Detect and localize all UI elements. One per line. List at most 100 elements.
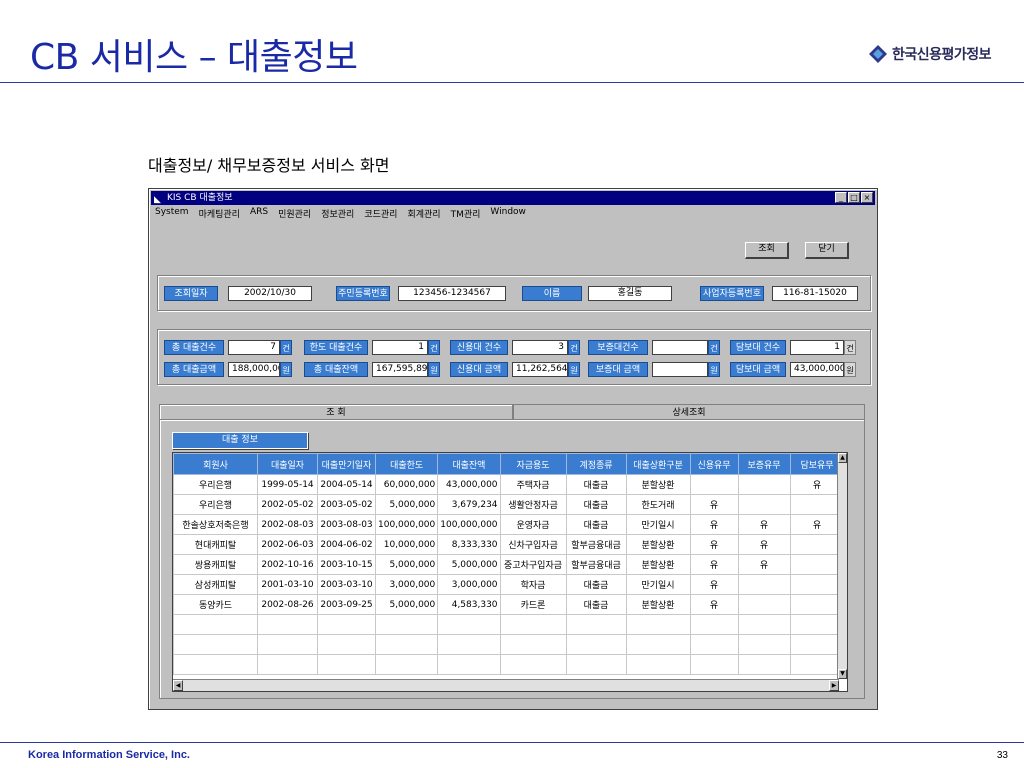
summary-field[interactable]: 167,595,894 (372, 362, 428, 377)
tab-strip: 조 회 상세조회 (159, 404, 865, 420)
menu-item[interactable]: Window (490, 207, 526, 220)
diamond-logo-icon (869, 45, 887, 63)
table-row[interactable]: 쌍용캐피탈 2002-10-16 2003-10-15 5,000,000 5,000,… (173, 554, 845, 575)
name-field[interactable]: 홍길동 (588, 286, 672, 301)
table-cell: 유 (737, 554, 791, 575)
column-header[interactable]: 대출잔액 (437, 453, 501, 475)
summary-field[interactable] (652, 340, 708, 355)
scroll-left-icon[interactable]: ◀ (173, 680, 183, 691)
summary-field[interactable]: 1 (790, 340, 844, 355)
table-cell: 60,000,000 (374, 474, 439, 495)
scroll-down-icon[interactable]: ▼ (838, 669, 847, 679)
column-header[interactable]: 보증유무 (737, 453, 791, 475)
scroll-up-icon[interactable]: ▲ (838, 453, 847, 463)
table-cell (689, 654, 739, 675)
summary-label: 담보대 금액 (730, 362, 786, 377)
table-cell: 대출금 (565, 574, 627, 595)
unit-badge: 원 (428, 362, 440, 377)
table-cell: 한솔상호저축은행 (173, 514, 258, 535)
summary-field[interactable]: 7 (228, 340, 280, 355)
table-cell (173, 654, 258, 675)
column-header[interactable]: 계정종류 (565, 453, 627, 475)
menu-item[interactable]: 코드관리 (364, 207, 397, 220)
brn-field[interactable]: 116-81-15020 (772, 286, 858, 301)
table-row[interactable]: 한솔상호저축은행 2002-08-03 2003-08-03 100,000,000 1… (173, 514, 845, 535)
window-titlebar[interactable]: ◣ KIS CB 대출정보 _ □ × (151, 191, 875, 205)
unit-badge: 건 (280, 340, 292, 355)
table-cell: 8,333,330 (437, 534, 501, 555)
maximize-button[interactable]: □ (848, 192, 860, 203)
table-row[interactable]: 삼성캐피탈 2001-03-10 2003-03-10 3,000,000 3,000,… (173, 574, 845, 595)
column-header[interactable]: 대출상환구분 (625, 453, 691, 475)
menu-item[interactable]: 정보관리 (321, 207, 354, 220)
date-label: 조회일자 (164, 286, 218, 301)
menu-item[interactable]: 마케팅관리 (199, 207, 240, 220)
table-cell (625, 654, 691, 675)
table-cell: 2002-06-03 (257, 534, 318, 555)
tab-search[interactable]: 조 회 (159, 404, 513, 420)
menu-item[interactable]: 회계관리 (407, 207, 440, 220)
unit-badge: 원 (280, 362, 292, 377)
table-cell: 학자금 (499, 574, 567, 595)
summary-field[interactable]: 43,000,000 (790, 362, 844, 377)
table-cell: 만기일시 (625, 574, 691, 595)
table-cell: 유 (737, 514, 791, 535)
table-cell: 100,000,000 (374, 514, 439, 535)
column-header[interactable]: 신용유무 (689, 453, 739, 475)
table-cell: 2002-08-03 (257, 514, 318, 535)
close-button[interactable]: 닫기 (805, 242, 849, 259)
scroll-right-icon[interactable]: ▶ (829, 680, 839, 691)
table-cell (689, 614, 739, 635)
table-cell: 3,679,234 (437, 494, 501, 515)
table-cell (625, 634, 691, 655)
horizontal-scrollbar[interactable]: ◀ ▶ (173, 679, 839, 691)
summary-label: 보증대 금액 (588, 362, 648, 377)
summary-label: 한도 대출건수 (304, 340, 368, 355)
slide-title: CB 서비스 – 대출정보 (30, 37, 358, 78)
search-button[interactable]: 조회 (745, 242, 789, 259)
summary-field[interactable]: 1 (372, 340, 428, 355)
vertical-scrollbar[interactable]: ▲ ▼ (837, 453, 847, 679)
close-window-button[interactable]: × (861, 192, 873, 203)
column-header[interactable]: 회원사 (173, 453, 258, 475)
menu-item[interactable]: 민원관리 (278, 207, 311, 220)
summary-field[interactable]: 188,000,000 (228, 362, 280, 377)
date-field[interactable]: 2002/10/30 (228, 286, 312, 301)
summary-label: 총 대출금액 (164, 362, 224, 377)
rrn-label: 주민등록번호 (336, 286, 390, 301)
menu-item[interactable]: ARS (250, 207, 268, 220)
table-cell (737, 654, 791, 675)
menu-item[interactable]: System (155, 207, 189, 220)
column-header[interactable]: 대출만기일자 (317, 453, 376, 475)
table-header-row: 회원사 대출일자 대출만기일자 대출한도 대출잔액 자금용도 계정종류 대출상환구분 신용유무 보… (173, 453, 845, 475)
summary-field[interactable]: 3 (512, 340, 568, 355)
tab-detail-search[interactable]: 상세조회 (513, 404, 865, 420)
table-row[interactable]: 현대캐피탈 2002-06-03 2004-06-02 10,000,000 8,333… (173, 534, 845, 555)
table-cell: 대출금 (565, 474, 627, 495)
minimize-button[interactable]: _ (835, 192, 847, 203)
table-cell: 2004-06-02 (317, 534, 376, 555)
column-header[interactable]: 자금용도 (499, 453, 567, 475)
summary-field[interactable]: 11,262,564 (512, 362, 568, 377)
app-icon: ◣ (154, 195, 161, 205)
table-cell (565, 634, 627, 655)
table-cell: 10,000,000 (374, 534, 439, 555)
summary-field[interactable] (652, 362, 708, 377)
summary-label: 총 대출잔액 (304, 362, 368, 377)
column-header[interactable]: 담보유무 (789, 453, 845, 475)
table-body: 우리은행 1999-05-14 2004-05-14 60,000,000 43,000… (173, 474, 845, 675)
rrn-field[interactable]: 123456-1234567 (398, 286, 506, 301)
column-header[interactable]: 대출한도 (374, 453, 439, 475)
empty-table-row (173, 634, 845, 655)
window-title: KIS CB 대출정보 (167, 193, 233, 203)
brn-label: 사업자등록번호 (700, 286, 764, 301)
table-row[interactable]: 동양카드 2002-08-26 2003-09-25 5,000,000 4,583,3… (173, 594, 845, 615)
table-cell: 운영자금 (499, 514, 567, 535)
table-row[interactable]: 우리은행 2002-05-02 2003-05-02 5,000,000 3,679,2… (173, 494, 845, 515)
column-header[interactable]: 대출일자 (257, 453, 318, 475)
table-cell: 분할상환 (625, 534, 691, 555)
menu-item[interactable]: TM관리 (451, 207, 481, 220)
table-row[interactable]: 우리은행 1999-05-14 2004-05-14 60,000,000 43,000… (173, 474, 845, 495)
logo-text: 한국신용평가정보 (892, 47, 992, 63)
tab-panel: 대출 정보 회원사 대출일자 대출만기일자 대출한도 대출잔액 자금용도 계정종류 대출상환구… (159, 419, 865, 699)
